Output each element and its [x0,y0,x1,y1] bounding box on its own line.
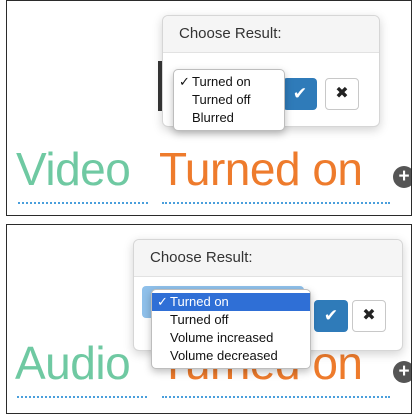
option-turned-on[interactable]: ✓ Turned on [152,293,310,311]
label-underline [18,202,148,204]
confirm-button[interactable]: ✔ [283,78,317,110]
field-label-audio: Audio [15,337,131,389]
label-underline [17,396,147,398]
value-underline [162,202,390,204]
popover-title: Choose Result: [163,16,379,53]
option-turned-off[interactable]: Turned off [174,91,284,109]
audio-result-panel: Audio Turned on Choose Result: ✔ ✖ ✓Turn… [6,224,412,414]
option-turned-off[interactable]: Turned off [152,311,310,329]
confirm-button[interactable]: ✔ [314,300,348,332]
popover-title: Choose Result: [134,240,402,277]
option-volume-increased[interactable]: Volume increased [152,329,310,347]
result-select-edge[interactable] [158,61,162,111]
checkmark-icon: ✔ [323,306,339,325]
check-mark-icon: ✓ [157,294,168,309]
field-label-video: Video [16,143,131,195]
option-blurred[interactable]: Blurred [174,109,284,127]
option-volume-decreased[interactable]: Volume decreased [152,347,310,365]
checkmark-icon: ✔ [292,84,308,103]
cancel-button[interactable]: ✖ [325,78,359,110]
add-icon[interactable]: + [393,361,411,383]
cancel-button[interactable]: ✖ [352,300,386,332]
close-icon: ✖ [335,85,349,102]
result-dropdown[interactable]: ✓ Turned on Turned off Volume increased V… [151,289,311,369]
close-icon: ✖ [362,307,376,324]
value-underline [162,396,390,398]
video-result-panel: Choose Result: ✔ ✖ ✓ Turned on Turned off… [6,0,412,216]
option-turned-on[interactable]: ✓ Turned on [174,73,284,91]
check-mark-icon: ✓ [179,74,190,89]
add-icon[interactable]: + [393,166,411,188]
result-dropdown[interactable]: ✓ Turned on Turned off Blurred [173,69,285,131]
field-value-video[interactable]: Turned on [159,146,363,192]
